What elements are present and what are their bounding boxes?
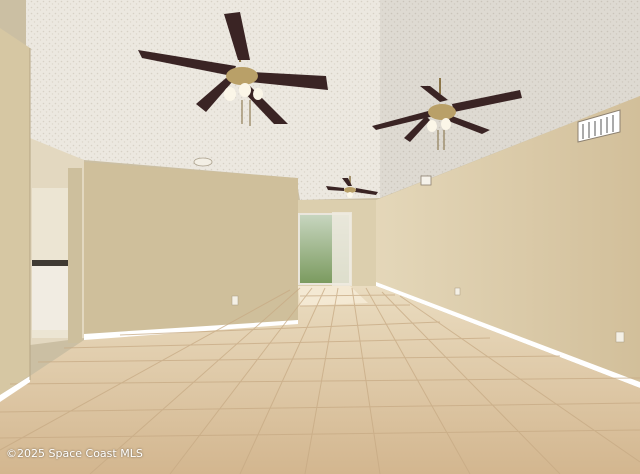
smoke-detector: [193, 157, 213, 167]
doorway-post: [68, 168, 82, 343]
air-vent: [420, 175, 432, 186]
counter-top: [32, 260, 70, 266]
partition-wall: [84, 162, 298, 334]
vertical-blinds: [332, 212, 352, 288]
room-photo: ©2025 Space Coast MLS: [0, 0, 640, 474]
room-illustration: [0, 0, 640, 474]
electrical-outlet: [231, 295, 239, 306]
kitchen-counter: [32, 262, 70, 330]
electrical-outlet: [454, 287, 461, 296]
electrical-outlet: [615, 331, 625, 343]
watermark: ©2025 Space Coast MLS: [6, 447, 143, 460]
left-wall: [0, 28, 30, 395]
